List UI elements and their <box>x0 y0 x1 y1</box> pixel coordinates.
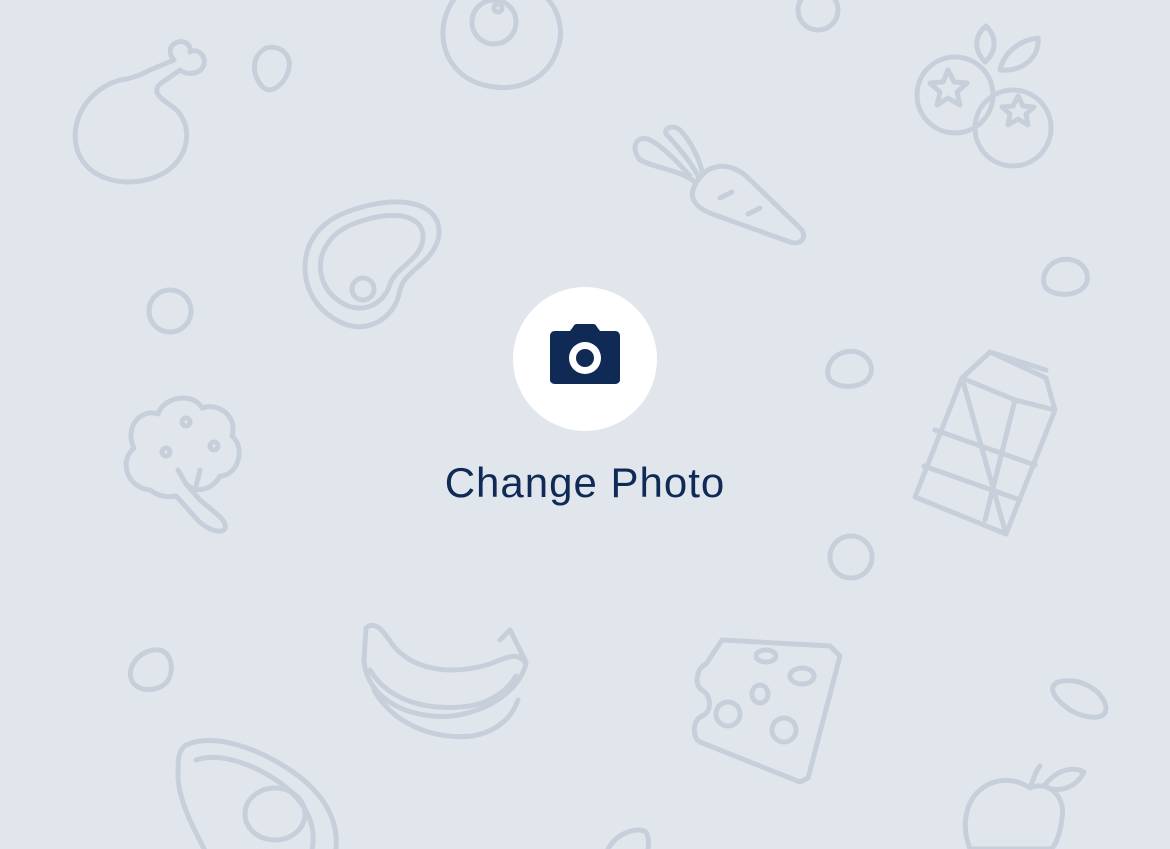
change-photo-button[interactable] <box>513 287 657 431</box>
change-photo-label[interactable]: Change Photo <box>385 456 785 510</box>
camera-icon <box>550 324 620 384</box>
